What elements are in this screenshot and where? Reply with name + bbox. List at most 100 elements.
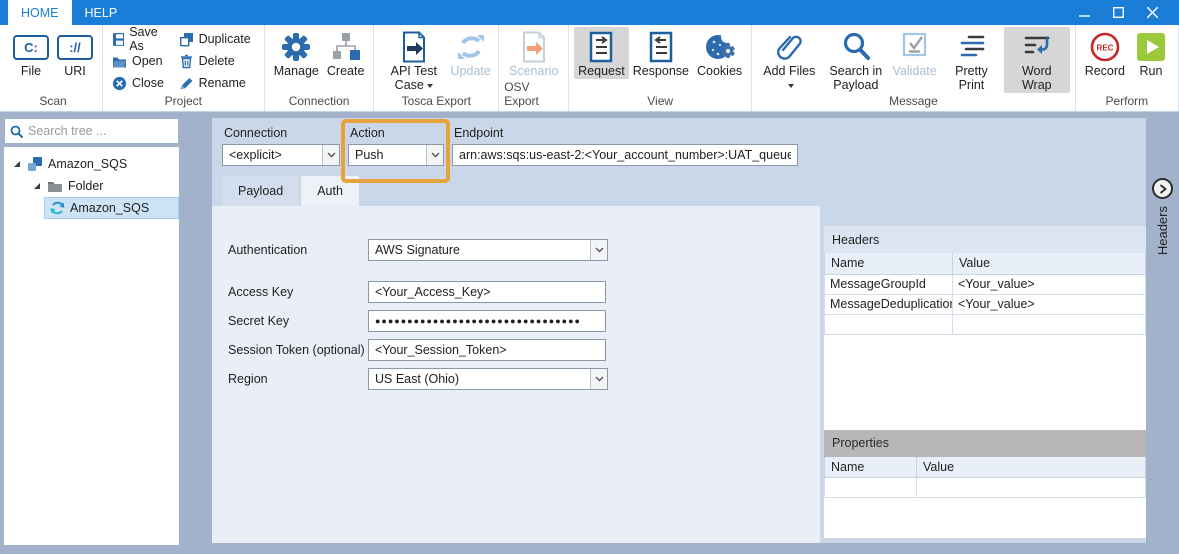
chevron-down-icon[interactable] [426, 145, 443, 165]
properties-empty-area [824, 498, 1146, 538]
rename-button[interactable]: Rename [177, 73, 253, 93]
authentication-row: Authentication AWS Signature [228, 239, 820, 261]
folder-icon [47, 179, 63, 193]
close-project-button[interactable]: Close [110, 73, 169, 93]
add-files-button[interactable]: Add Files [757, 27, 821, 93]
table-row[interactable]: MessageDeduplication<Your_value> [825, 294, 1146, 314]
delete-button[interactable]: Delete [177, 51, 253, 71]
group-label-perform: Perform [1106, 94, 1149, 111]
response-view-button[interactable]: Response [629, 27, 693, 79]
minimize-icon [1079, 7, 1090, 18]
request-view-button[interactable]: Request [574, 27, 629, 79]
paperclip-icon [775, 31, 803, 63]
word-wrap-button[interactable]: Word Wrap [1004, 27, 1070, 93]
expander-icon[interactable] [13, 160, 21, 168]
properties-col-name[interactable]: Name [825, 457, 917, 478]
headers-properties-panel: Headers Name Value MessageGroupId<Your_v… [824, 226, 1146, 543]
ribbon-group-scan: C: File :// URI Scan [4, 25, 103, 111]
update-cycle-icon [455, 31, 487, 63]
table-row[interactable]: MessageGroupId<Your_value> [825, 274, 1146, 294]
dropdown-caret-icon [788, 84, 794, 88]
open-folder-icon [112, 54, 127, 69]
ribbon-group-connection: Manage Create Connection [265, 25, 375, 111]
open-button[interactable]: Open [110, 51, 169, 71]
search-in-payload-button[interactable]: Search in Payload [821, 27, 890, 93]
authentication-label: Authentication [228, 243, 368, 257]
save-as-button[interactable]: Save As [110, 29, 169, 49]
pretty-print-button[interactable]: Pretty Print [939, 27, 1004, 93]
region-row: Region US East (Ohio) [228, 368, 820, 390]
duplicate-icon [179, 32, 194, 47]
cookies-view-button[interactable]: Cookies [693, 27, 746, 79]
gear-icon [280, 31, 312, 63]
tree-item-amazon-sqs[interactable]: Amazon_SQS [44, 197, 179, 219]
file-button[interactable]: C: File [9, 27, 53, 79]
tab-payload[interactable]: Payload [222, 176, 299, 206]
create-connection-button[interactable]: Create [323, 27, 369, 79]
connection-field: Connection <explicit> [222, 124, 340, 172]
ribbon-group-tosca-export: API Test Case Update Tosca Export [374, 25, 499, 111]
tab-help[interactable]: HELP [72, 0, 131, 25]
api-test-case-button[interactable]: API Test Case [379, 27, 448, 93]
region-select[interactable]: US East (Ohio) [368, 368, 608, 390]
chevron-down-icon[interactable] [322, 145, 339, 165]
group-label-scan: Scan [39, 94, 66, 111]
minimize-button[interactable] [1067, 0, 1101, 25]
table-row[interactable] [825, 314, 1146, 334]
secret-key-row: Secret Key [228, 310, 820, 332]
session-token-input[interactable] [368, 339, 606, 361]
access-key-label: Access Key [228, 285, 368, 299]
main-panel: Connection <explicit> Action Push Endpoi… [212, 118, 1146, 543]
headers-col-value[interactable]: Value [953, 253, 1146, 274]
group-label-osv-export: OSV Export [504, 80, 563, 111]
titlebar: HOME HELP [0, 0, 1179, 25]
side-tab-headers[interactable]: Headers [1155, 206, 1170, 255]
validate-checkbox-icon [900, 31, 930, 63]
uri-button[interactable]: :// URI [53, 27, 97, 79]
tree-search-input[interactable] [28, 124, 173, 138]
action-label: Action [348, 124, 444, 144]
svg-text:REC: REC [1096, 44, 1113, 53]
side-tab-strip: Headers [1146, 112, 1179, 554]
maximize-icon [1113, 7, 1124, 18]
manage-connection-button[interactable]: Manage [270, 27, 323, 79]
group-label-project: Project [165, 94, 202, 111]
search-icon [10, 125, 23, 138]
ribbon: C: File :// URI Scan Save As Open [0, 25, 1179, 112]
duplicate-button[interactable]: Duplicate [177, 29, 253, 49]
chevron-down-icon[interactable] [590, 369, 607, 389]
record-button[interactable]: REC Record [1081, 27, 1129, 79]
headers-col-name[interactable]: Name [825, 253, 953, 274]
project-icon [27, 156, 43, 172]
endpoint-field: Endpoint [452, 124, 798, 172]
tree-item-folder[interactable]: Folder [4, 175, 179, 197]
chevron-down-icon[interactable] [590, 240, 607, 260]
connection-select[interactable]: <explicit> [222, 144, 340, 166]
sitemap-icon [330, 31, 362, 63]
ribbon-group-perform: REC Record Run Perform [1076, 25, 1179, 111]
tab-auth[interactable]: Auth [301, 176, 359, 206]
scenario-button: Scenario [505, 27, 562, 79]
secret-key-input[interactable] [368, 310, 606, 332]
file-scan-icon: C: [13, 35, 49, 60]
tab-home[interactable]: HOME [8, 0, 72, 25]
expander-icon[interactable] [33, 182, 41, 190]
expand-headers-button[interactable] [1152, 178, 1173, 199]
group-label-connection: Connection [289, 94, 350, 111]
group-label-view: View [647, 94, 673, 111]
run-button[interactable]: Run [1129, 27, 1173, 79]
ribbon-group-project: Save As Open Close Duplicate D [103, 25, 265, 111]
trash-icon [179, 54, 194, 69]
close-button[interactable] [1135, 0, 1169, 25]
properties-col-value[interactable]: Value [917, 457, 1146, 478]
tree-item-root[interactable]: Amazon_SQS [4, 153, 179, 175]
chevron-right-icon [1159, 184, 1167, 194]
table-row[interactable] [825, 478, 1146, 498]
tree-search-box [4, 118, 179, 144]
endpoint-input[interactable] [452, 144, 798, 166]
authentication-select[interactable]: AWS Signature [368, 239, 608, 261]
access-key-input[interactable] [368, 281, 606, 303]
workspace: Amazon_SQS Folder Amazon_SQS Conne [0, 112, 1179, 554]
maximize-button[interactable] [1101, 0, 1135, 25]
action-select[interactable]: Push [348, 144, 444, 166]
